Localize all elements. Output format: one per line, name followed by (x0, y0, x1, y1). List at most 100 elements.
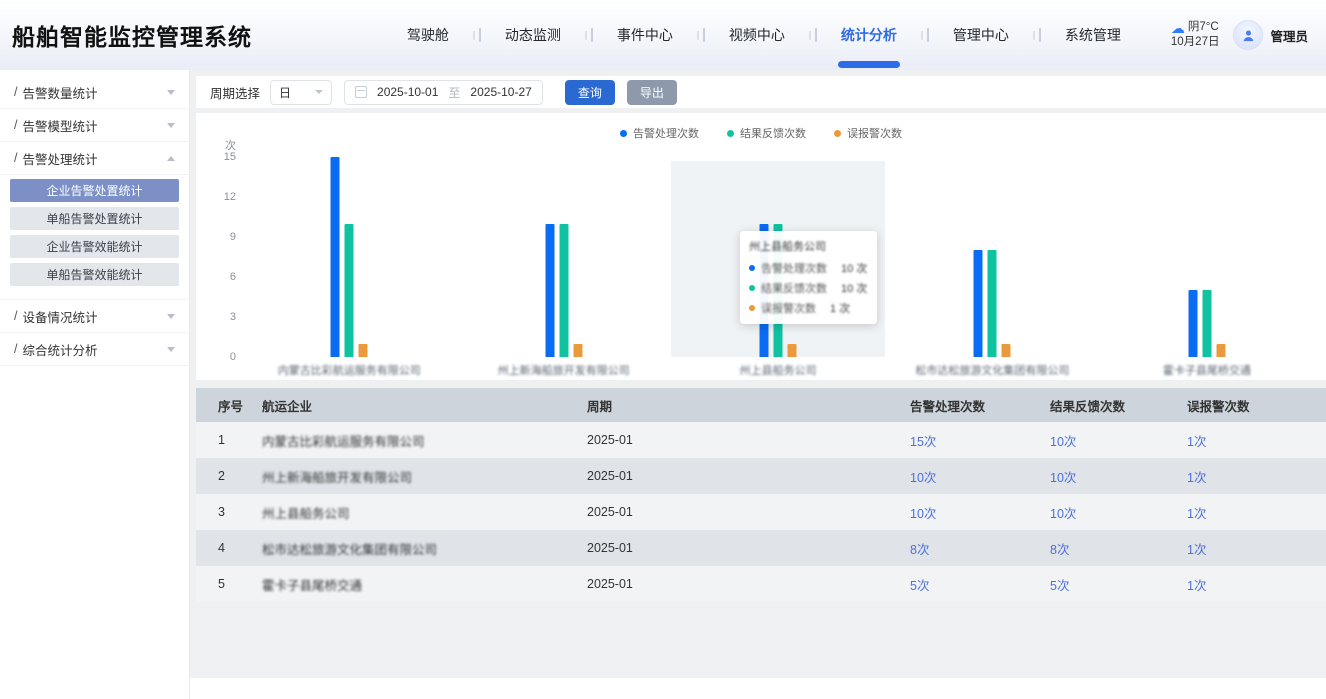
nav-item-5[interactable]: 统计分析 (841, 0, 897, 71)
nav-item-7[interactable]: 系统管理 (1065, 0, 1121, 71)
y-axis-tick: 6 (196, 271, 236, 283)
chevron-down-icon (167, 123, 175, 128)
sidebar-subitem-3-3[interactable]: 企业告警效能统计 (10, 235, 179, 258)
x-axis-label: 州上新海船旅开发有限公司 (456, 362, 670, 378)
bar-误报警次数 (573, 344, 582, 357)
bar-set (331, 157, 368, 357)
bar-告警处理次数 (1188, 290, 1197, 357)
app-title: 船舶智能监控管理系统 (12, 18, 252, 52)
bar-结果反馈次数 (988, 250, 997, 357)
bar-结果反馈次数 (1202, 290, 1211, 357)
sidebar-subitem-3-4[interactable]: 单船告警效能统计 (10, 263, 179, 286)
table-header-cell-2: 航运企业 (262, 396, 587, 415)
bar-set (545, 224, 582, 357)
cell-feedback-count[interactable]: 8次 (1050, 539, 1187, 558)
sidebar-item-4[interactable]: /设备情况统计 (0, 300, 189, 333)
cell-handle-count[interactable]: 8次 (910, 539, 1050, 558)
bar-误报警次数 (359, 344, 368, 357)
table-header-cell-6: 误报警次数 (1187, 396, 1326, 415)
bar-误报警次数 (788, 344, 797, 357)
user-avatar-icon[interactable] (1233, 20, 1263, 50)
bar-group-3[interactable]: 州上县船务公司 (671, 157, 885, 357)
y-axis-tick: 9 (196, 231, 236, 243)
date-start-value: 2025-10-01 (377, 85, 438, 99)
cell-feedback-count[interactable]: 10次 (1050, 431, 1187, 450)
nav-separator-icon (921, 28, 929, 42)
cloud-icon: ☁ (1171, 22, 1185, 34)
bar-告警处理次数 (974, 250, 983, 357)
sidebar-subitem-3-1[interactable]: 企业告警处置统计 (10, 179, 179, 202)
sidebar-item-label: 告警模型统计 (22, 116, 97, 135)
chevron-up-icon (167, 156, 175, 161)
sidebar-item-label: 综合统计分析 (22, 340, 97, 359)
export-button[interactable]: 导出 (627, 80, 677, 105)
active-tab-underline (838, 61, 900, 68)
date-end-value: 2025-10-27 (470, 85, 531, 99)
y-axis-tick: 0 (196, 351, 236, 363)
sidebar-item-slash: / (14, 85, 17, 99)
sidebar-group-1: / 告警数量统计 (0, 76, 189, 109)
cell-handle-count[interactable]: 15次 (910, 431, 1050, 450)
sidebar-item-slash: / (14, 151, 17, 165)
table-row: 1内蒙古比彩航运服务有限公司2025-0115次10次1次 (196, 422, 1326, 458)
nav-item-3[interactable]: 事件中心 (617, 0, 673, 71)
cell-misreport-count[interactable]: 1次 (1187, 575, 1326, 594)
cell-feedback-count[interactable]: 10次 (1050, 467, 1187, 486)
nav-item-2[interactable]: 动态监测 (505, 0, 561, 71)
weather-text: 阴7°C (1188, 20, 1219, 35)
bar-误报警次数 (1002, 344, 1011, 357)
sidebar-item-label: 告警数量统计 (22, 83, 97, 102)
y-axis-tick: 12 (196, 191, 236, 203)
x-axis-label: 松市达松旅游文化集团有限公司 (885, 362, 1099, 378)
nav-item-6[interactable]: 管理中心 (953, 0, 1009, 71)
statistics-table: 序号航运企业周期告警处理次数结果反馈次数误报警次数1内蒙古比彩航运服务有限公司2… (196, 388, 1326, 602)
sidebar-item-5[interactable]: /综合统计分析 (0, 333, 189, 366)
legend-item-3[interactable]: 误报警次数 (834, 125, 902, 141)
cell-period: 2025-01 (587, 433, 910, 447)
cell-feedback-count[interactable]: 10次 (1050, 503, 1187, 522)
sidebar-group-2: /告警模型统计 (0, 109, 189, 142)
nav-separator-icon (585, 28, 593, 42)
cell-period: 2025-01 (587, 577, 910, 591)
bar-group-5[interactable]: 霍卡子县尾桥交通 (1100, 157, 1314, 357)
main-content: 周期选择 日 2025-10-01 至 2025-10-27 查询 导出 告警处… (190, 70, 1326, 699)
sidebar-item-2[interactable]: /告警模型统计 (0, 109, 189, 142)
nav-item-4[interactable]: 视频中心 (729, 0, 785, 71)
date-range-picker[interactable]: 2025-10-01 至 2025-10-27 (344, 80, 543, 105)
nav-item-1[interactable]: 驾驶舱 (407, 0, 449, 71)
bar-set (1188, 290, 1225, 357)
cell-misreport-count[interactable]: 1次 (1187, 539, 1326, 558)
table-row: 5霍卡子县尾桥交通2025-015次5次1次 (196, 566, 1326, 602)
x-axis-label: 内蒙古比彩航运服务有限公司 (242, 362, 456, 378)
main-nav: 驾驶舱 动态监测事件中心视频中心统计分析管理中心系统管理 (383, 0, 1145, 71)
date-text: 10月27日 (1171, 35, 1220, 50)
bar-结果反馈次数 (559, 224, 568, 357)
bar-set (760, 224, 797, 357)
cell-feedback-count[interactable]: 5次 (1050, 575, 1187, 594)
cell-misreport-count[interactable]: 1次 (1187, 503, 1326, 522)
bar-group-4[interactable]: 松市达松旅游文化集团有限公司 (885, 157, 1099, 357)
cell-company: 州上县船务公司 (262, 503, 587, 522)
legend-item-1[interactable]: 告警处理次数 (620, 125, 699, 141)
filter-bar: 周期选择 日 2025-10-01 至 2025-10-27 查询 导出 (196, 76, 1326, 108)
table-row: 2州上新海船旅开发有限公司2025-0110次10次1次 (196, 458, 1326, 494)
cell-misreport-count[interactable]: 1次 (1187, 467, 1326, 486)
legend-item-2[interactable]: 结果反馈次数 (727, 125, 806, 141)
user-menu[interactable]: 管理员 (1233, 20, 1308, 50)
bar-group-1[interactable]: 内蒙古比彩航运服务有限公司 (242, 157, 456, 357)
sidebar-subitem-3-2[interactable]: 单船告警处置统计 (10, 207, 179, 230)
period-select[interactable]: 日 (270, 80, 332, 105)
sidebar-item-1[interactable]: / 告警数量统计 (0, 76, 189, 109)
cell-handle-count[interactable]: 5次 (910, 575, 1050, 594)
weather-widget: ☁ 阴7°C 10月27日 (1171, 20, 1220, 50)
chart-legend: 告警处理次数 结果反馈次数 误报警次数 (196, 125, 1326, 141)
cell-period: 2025-01 (587, 541, 910, 555)
cell-index: 5 (218, 577, 262, 591)
cell-misreport-count[interactable]: 1次 (1187, 431, 1326, 450)
cell-handle-count[interactable]: 10次 (910, 467, 1050, 486)
query-button[interactable]: 查询 (565, 80, 615, 105)
cell-handle-count[interactable]: 10次 (910, 503, 1050, 522)
sidebar-item-3[interactable]: /告警处理统计 (0, 142, 189, 175)
chart-plot-area: 内蒙古比彩航运服务有限公司州上新海船旅开发有限公司州上县船务公司松市达松旅游文化… (242, 157, 1314, 357)
bar-group-2[interactable]: 州上新海船旅开发有限公司 (456, 157, 670, 357)
